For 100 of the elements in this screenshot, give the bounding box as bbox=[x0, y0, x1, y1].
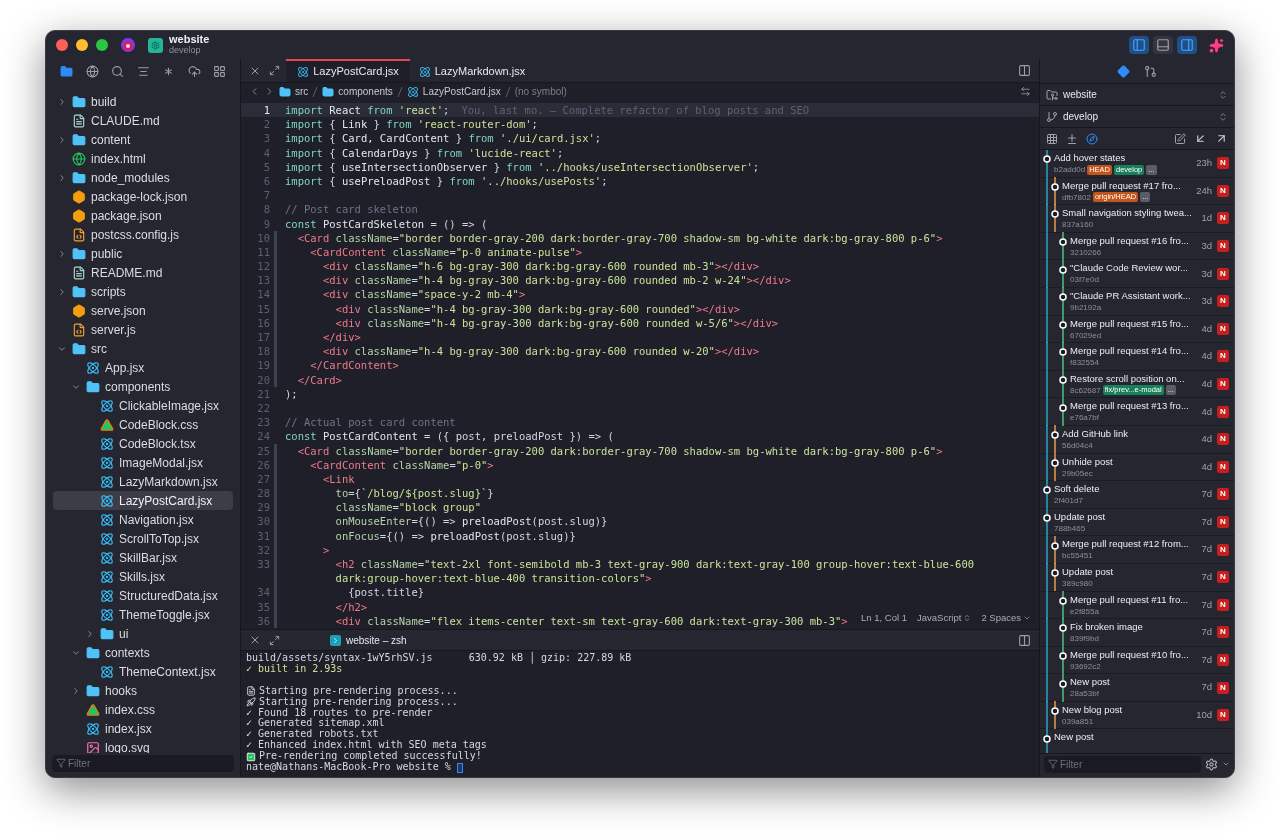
commit-title[interactable]: New blog post bbox=[1062, 703, 1195, 716]
file-tree-item[interactable]: serve.json bbox=[53, 301, 233, 320]
breadcrumb-item[interactable]: LazyPostCard.jsx bbox=[422, 84, 501, 99]
file-tree-item[interactable]: SkillBar.jsx bbox=[53, 548, 233, 567]
search-icon[interactable] bbox=[111, 64, 124, 78]
layout-toggle[interactable] bbox=[1153, 36, 1173, 54]
commit-title[interactable]: Update post bbox=[1062, 565, 1200, 578]
grid-icon[interactable] bbox=[213, 64, 226, 78]
file-tree-item[interactable]: content bbox=[53, 130, 233, 149]
file-tree-item[interactable]: package.json bbox=[53, 206, 233, 225]
commit-title[interactable]: Restore scroll position on... bbox=[1070, 372, 1200, 385]
arrow-up-right-icon[interactable] bbox=[1215, 132, 1228, 145]
commit-title[interactable]: "Claude Code Review wor... bbox=[1070, 262, 1200, 275]
minimize-button[interactable] bbox=[76, 39, 88, 51]
file-tree-item[interactable]: components bbox=[53, 377, 233, 396]
split-view-icon[interactable] bbox=[1018, 633, 1031, 647]
file-tree-item[interactable]: ImageModal.jsx bbox=[53, 453, 233, 472]
editor-tab[interactable]: LazyMarkdown.jsx bbox=[410, 59, 534, 82]
commit-title[interactable]: Fix broken image bbox=[1070, 621, 1200, 634]
file-tree-item[interactable]: StructuredData.jsx bbox=[53, 586, 233, 605]
commit-title[interactable]: New post bbox=[1054, 731, 1234, 744]
breadcrumb-item[interactable]: (no symbol) bbox=[514, 84, 567, 99]
split-view-icon[interactable] bbox=[1018, 64, 1031, 77]
commit-title[interactable]: Soft delete bbox=[1054, 483, 1200, 496]
commit-title[interactable]: Add GitHub link bbox=[1062, 427, 1200, 440]
swap-icon[interactable] bbox=[1020, 86, 1031, 97]
settings-icon[interactable] bbox=[1205, 757, 1218, 771]
grid-icon[interactable] bbox=[1046, 132, 1058, 145]
file-tree-item[interactable]: CodeBlock.css bbox=[53, 415, 233, 434]
file-tree-item[interactable]: CLAUDE.md bbox=[53, 111, 233, 130]
commit-title[interactable]: New post bbox=[1070, 676, 1200, 689]
file-tree-item[interactable]: Skills.jsx bbox=[53, 567, 233, 586]
commit-title[interactable]: Small navigation styling twea... bbox=[1062, 207, 1200, 220]
file-tree-item[interactable]: LazyMarkdown.jsx bbox=[53, 472, 233, 491]
file-tree-item[interactable]: server.js bbox=[53, 320, 233, 339]
file-tree-item[interactable]: postcss.config.js bbox=[53, 225, 233, 244]
indent-selector[interactable]: 2 Spaces bbox=[981, 610, 1021, 625]
filter-field[interactable]: Filter bbox=[1044, 755, 1201, 773]
commit-title[interactable]: Merge pull request #12 from... bbox=[1062, 538, 1200, 551]
compass-icon[interactable] bbox=[1086, 132, 1098, 145]
lines-icon[interactable] bbox=[136, 64, 150, 78]
file-tree-item[interactable]: ThemeContext.jsx bbox=[53, 662, 233, 681]
commit-title[interactable]: Merge pull request #10 fro... bbox=[1070, 648, 1200, 661]
commit-title[interactable]: Merge pull request #14 fro... bbox=[1070, 345, 1200, 358]
layout-toggle[interactable] bbox=[1129, 36, 1149, 54]
file-tree-item[interactable]: Navigation.jsx bbox=[53, 510, 233, 529]
file-tree-item[interactable]: LazyPostCard.jsx bbox=[53, 491, 233, 510]
file-tree-item[interactable]: src bbox=[53, 339, 233, 358]
language-selector[interactable]: JavaScript bbox=[917, 610, 962, 625]
breadcrumb-item[interactable]: src bbox=[295, 84, 309, 99]
file-tree-item[interactable]: scripts bbox=[53, 282, 233, 301]
terminal-tab[interactable]: website – zsh bbox=[346, 632, 407, 648]
filter-field[interactable]: Filter bbox=[52, 754, 234, 772]
close-icon[interactable] bbox=[249, 634, 261, 646]
file-tree-item[interactable]: package-lock.json bbox=[53, 187, 233, 206]
commit-title[interactable]: Merge pull request #11 fro... bbox=[1070, 593, 1200, 606]
close-button[interactable] bbox=[56, 39, 68, 51]
updown-icon[interactable] bbox=[1218, 89, 1228, 100]
file-tree-item[interactable]: ScrollToTop.jsx bbox=[53, 529, 233, 548]
commit-title[interactable]: Add hover states bbox=[1054, 152, 1195, 164]
folder-icon[interactable] bbox=[60, 64, 73, 78]
editor-tab[interactable]: LazyPostCard.jsx bbox=[286, 59, 410, 82]
file-tree-item[interactable]: hooks bbox=[53, 681, 233, 700]
diff-icon[interactable] bbox=[1066, 132, 1078, 145]
file-tree-item[interactable]: ui bbox=[53, 624, 233, 643]
edit-icon[interactable] bbox=[1174, 132, 1186, 145]
file-tree-item[interactable]: index.jsx bbox=[53, 719, 233, 738]
layout-toggle[interactable] bbox=[1177, 36, 1197, 54]
expand-icon[interactable] bbox=[269, 65, 280, 76]
commit-title[interactable]: "Claude PR Assistant work... bbox=[1070, 289, 1200, 302]
zoom-button[interactable] bbox=[96, 39, 108, 51]
file-tree-item[interactable]: CodeBlock.tsx bbox=[53, 434, 233, 453]
commit-title[interactable]: Merge pull request #16 fro... bbox=[1070, 234, 1200, 247]
globe-icon[interactable] bbox=[85, 64, 99, 78]
file-tree-item[interactable]: ClickableImage.jsx bbox=[53, 396, 233, 415]
file-tree-item[interactable]: App.jsx bbox=[53, 358, 233, 377]
commit-title[interactable]: Merge pull request #17 fro... bbox=[1062, 179, 1195, 192]
arrow-down-left-icon[interactable] bbox=[1194, 132, 1207, 145]
updown-icon[interactable] bbox=[1218, 111, 1228, 122]
file-tree-item[interactable]: public bbox=[53, 244, 233, 263]
file-tree-item[interactable]: ThemeToggle.jsx bbox=[53, 605, 233, 624]
cursor-position[interactable]: Ln 1, Col 1 bbox=[861, 610, 907, 625]
file-tree-item[interactable]: README.md bbox=[53, 263, 233, 282]
diamond-icon[interactable] bbox=[1117, 64, 1130, 78]
commit-title[interactable]: Unhide post bbox=[1062, 455, 1200, 468]
repository-selector[interactable]: website bbox=[1063, 87, 1097, 102]
branch-selector[interactable]: develop bbox=[1063, 109, 1099, 124]
commit-title[interactable]: Merge pull request #13 fro... bbox=[1070, 400, 1200, 413]
breadcrumb-item[interactable]: components bbox=[338, 84, 393, 99]
pull-request-icon[interactable] bbox=[1144, 64, 1157, 78]
sparkle-icon[interactable] bbox=[1209, 37, 1224, 53]
file-tree-item[interactable]: build bbox=[53, 92, 233, 111]
file-tree-item[interactable]: index.css bbox=[53, 700, 233, 719]
expand-icon[interactable] bbox=[269, 634, 280, 646]
file-tree-item[interactable]: contexts bbox=[53, 643, 233, 662]
commit-title[interactable]: Merge pull request #15 fro... bbox=[1070, 317, 1200, 330]
commit-title[interactable]: Update post bbox=[1054, 510, 1200, 523]
chevron-down-icon[interactable] bbox=[1222, 760, 1230, 768]
file-tree-item[interactable]: index.html bbox=[53, 149, 233, 168]
file-tree-item[interactable]: node_modules bbox=[53, 168, 233, 187]
